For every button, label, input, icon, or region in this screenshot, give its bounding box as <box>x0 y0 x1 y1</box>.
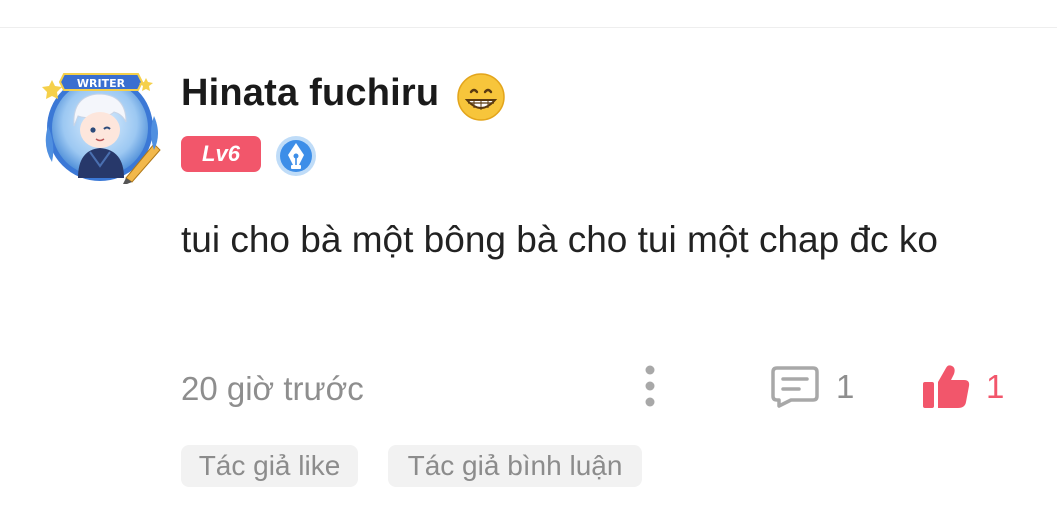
comment-timestamp: 20 giờ trước <box>181 370 364 407</box>
like-button[interactable]: 1 <box>918 360 1018 412</box>
username[interactable]: Hinata fuchiru <box>181 72 439 115</box>
pen-nib-badge-icon[interactable] <box>275 135 317 177</box>
like-count: 1 <box>986 368 1005 405</box>
comment-bubble-icon <box>771 366 819 408</box>
more-options-button[interactable] <box>634 362 666 410</box>
reply-button[interactable]: 1 <box>765 360 865 412</box>
tag-author-commented: Tác giả bình luận <box>388 445 642 487</box>
avatar-frame-label: WRITER <box>77 77 126 90</box>
reply-count: 1 <box>836 368 855 405</box>
level-badge: Lv6 <box>181 136 261 172</box>
thumbs-up-icon <box>923 365 970 408</box>
comment-card: WRITER Hinata fuchiru Lv6 tui cho bà một… <box>0 0 1057 510</box>
tag-author-liked: Tác giả like <box>181 445 358 487</box>
comment-text: tui cho bà một bông bà cho tui một chap … <box>181 219 938 260</box>
vertical-dots-icon <box>645 365 655 407</box>
user-avatar[interactable]: WRITER <box>38 66 164 186</box>
grinning-face-icon <box>456 72 506 122</box>
divider <box>0 27 1057 28</box>
